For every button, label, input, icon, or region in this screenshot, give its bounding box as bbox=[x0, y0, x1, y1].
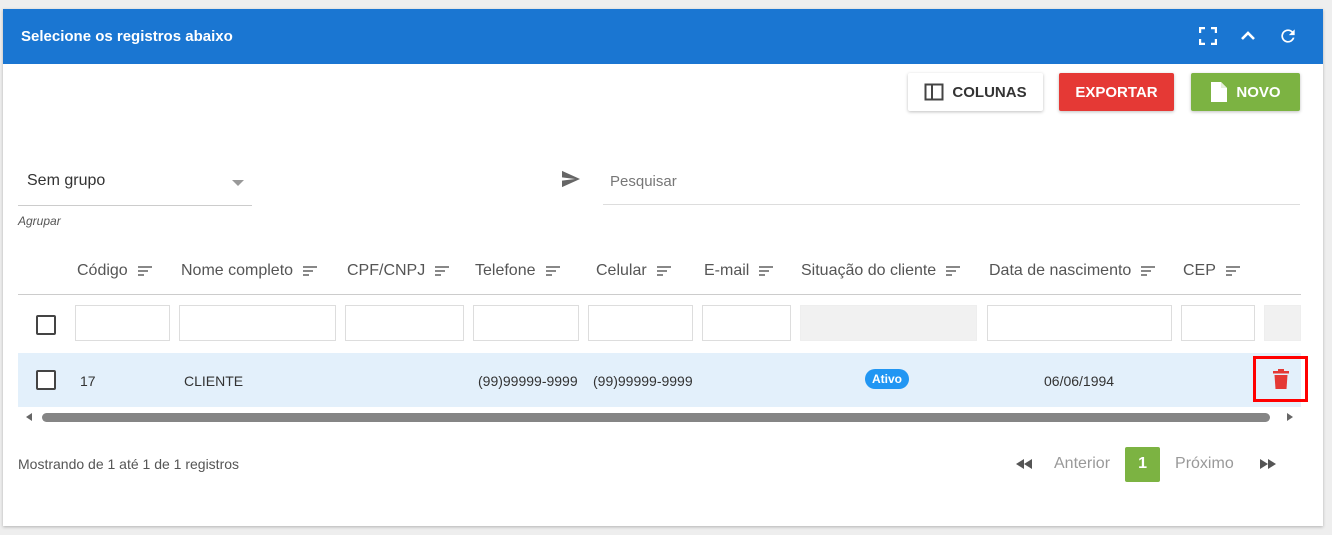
col-header-cpf[interactable]: CPF/CNPJ bbox=[347, 262, 450, 280]
row-checkbox[interactable] bbox=[36, 370, 56, 390]
sort-icon[interactable] bbox=[1141, 266, 1156, 276]
filter-celular[interactable] bbox=[588, 305, 693, 341]
panel-title: Selecione os registros abaixo bbox=[21, 28, 233, 45]
table-header: Código Nome completo CPF/CNPJ Telefone C… bbox=[18, 254, 1301, 295]
scroll-thumb[interactable] bbox=[42, 413, 1270, 422]
filter-telefone[interactable] bbox=[473, 305, 579, 341]
col-header-label: Data de nascimento bbox=[989, 262, 1132, 279]
delete-button[interactable] bbox=[1253, 356, 1308, 402]
col-header-email[interactable]: E-mail bbox=[704, 262, 774, 280]
col-header-label: Celular bbox=[596, 262, 647, 279]
col-header-situacao[interactable]: Situação do cliente bbox=[801, 262, 961, 280]
search-field[interactable] bbox=[603, 160, 1300, 205]
first-page-icon[interactable] bbox=[1016, 459, 1032, 469]
filter-actions bbox=[1264, 305, 1301, 341]
last-page-icon[interactable] bbox=[1259, 459, 1276, 469]
group-select-value: Sem grupo bbox=[27, 172, 106, 189]
filter-codigo[interactable] bbox=[75, 305, 170, 341]
file-icon bbox=[1211, 82, 1228, 102]
sort-icon[interactable] bbox=[545, 266, 560, 276]
col-header-nascimento[interactable]: Data de nascimento bbox=[989, 262, 1156, 280]
col-header-celular[interactable]: Celular bbox=[596, 262, 671, 280]
columns-button[interactable]: COLUNAS bbox=[908, 73, 1043, 111]
col-header-label: Situação do cliente bbox=[801, 262, 937, 279]
send-icon[interactable] bbox=[561, 170, 581, 193]
col-header-label: Código bbox=[77, 262, 128, 279]
refresh-icon[interactable] bbox=[1277, 25, 1299, 47]
cell-nascimento: 06/06/1994 bbox=[1044, 373, 1115, 389]
header-actions bbox=[1197, 25, 1299, 47]
select-all-checkbox[interactable] bbox=[36, 315, 56, 335]
columns-icon bbox=[924, 83, 944, 101]
filter-row bbox=[18, 297, 1301, 351]
export-label: EXPORTAR bbox=[1075, 83, 1158, 101]
sort-icon[interactable] bbox=[759, 266, 774, 276]
sort-icon[interactable] bbox=[946, 266, 961, 276]
cell-nome: CLIENTE bbox=[184, 373, 244, 389]
export-button[interactable]: EXPORTAR bbox=[1059, 73, 1174, 111]
col-header-label: CEP bbox=[1183, 262, 1216, 279]
col-header-label: Nome completo bbox=[181, 262, 294, 279]
filter-cep[interactable] bbox=[1181, 305, 1255, 341]
prev-page-button[interactable]: Anterior bbox=[1054, 455, 1110, 473]
group-label: Agrupar bbox=[18, 214, 61, 228]
sort-icon[interactable] bbox=[303, 266, 318, 276]
col-header-label: E-mail bbox=[704, 262, 750, 279]
filter-situacao bbox=[800, 305, 977, 341]
cell-telefone: (99)99999-9999 bbox=[478, 373, 578, 389]
filter-email[interactable] bbox=[702, 305, 791, 341]
new-label: NOVO bbox=[1236, 83, 1281, 101]
fullscreen-icon[interactable] bbox=[1197, 25, 1219, 47]
horizontal-scrollbar[interactable] bbox=[18, 409, 1301, 425]
cell-codigo: 17 bbox=[80, 373, 96, 389]
cell-celular: (99)99999-9999 bbox=[593, 373, 693, 389]
columns-label: COLUNAS bbox=[952, 83, 1027, 101]
filter-nome[interactable] bbox=[179, 305, 336, 341]
scroll-left-icon[interactable] bbox=[26, 413, 32, 421]
sort-icon[interactable] bbox=[435, 266, 450, 276]
trash-icon bbox=[1272, 369, 1289, 389]
chevron-down-icon bbox=[232, 180, 244, 186]
sort-icon[interactable] bbox=[656, 266, 671, 276]
col-header-codigo[interactable]: Código bbox=[77, 262, 152, 280]
panel-header: Selecione os registros abaixo bbox=[3, 9, 1323, 64]
collapse-icon[interactable] bbox=[1237, 25, 1259, 47]
col-header-nome[interactable]: Nome completo bbox=[181, 262, 318, 280]
table-row[interactable]: 17 CLIENTE (99)99999-9999 (99)99999-9999… bbox=[18, 353, 1301, 407]
col-header-telefone[interactable]: Telefone bbox=[475, 262, 560, 280]
filter-cpf[interactable] bbox=[345, 305, 464, 341]
new-button[interactable]: NOVO bbox=[1191, 73, 1300, 111]
col-header-cep[interactable]: CEP bbox=[1183, 262, 1240, 280]
status-badge: Ativo bbox=[865, 369, 909, 389]
records-info: Mostrando de 1 até 1 de 1 registros bbox=[18, 456, 240, 472]
sort-icon[interactable] bbox=[1225, 266, 1240, 276]
col-header-label: CPF/CNPJ bbox=[347, 262, 426, 279]
pagination: Anterior 1 Próximo bbox=[1016, 446, 1276, 482]
search-input[interactable] bbox=[608, 172, 1262, 191]
scroll-right-icon[interactable] bbox=[1287, 413, 1293, 421]
filter-nascimento[interactable] bbox=[987, 305, 1172, 341]
next-page-button[interactable]: Próximo bbox=[1175, 455, 1234, 473]
group-select[interactable]: Sem grupo bbox=[18, 160, 252, 206]
page-1-button[interactable]: 1 bbox=[1125, 446, 1161, 482]
col-header-label: Telefone bbox=[475, 262, 536, 279]
sort-icon[interactable] bbox=[137, 266, 152, 276]
